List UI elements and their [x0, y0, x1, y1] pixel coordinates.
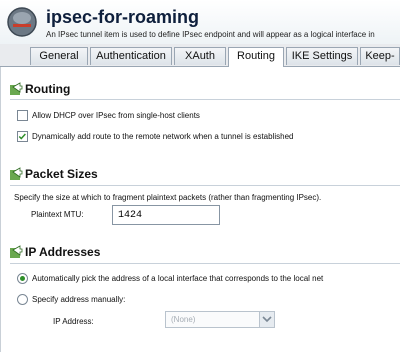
tab-ike-settings[interactable]: IKE Settings — [286, 47, 358, 65]
page-subtitle: An IPsec tunnel item is used to define I… — [46, 30, 375, 39]
auto-pick-label: Automatically pick the address of a loca… — [32, 274, 324, 283]
tab-authentication[interactable]: Authentication — [90, 47, 172, 65]
arrow-right-icon — [10, 82, 23, 95]
ip-address-select-value: (None) — [171, 315, 196, 324]
ip-addresses-divider — [10, 263, 400, 264]
tab-bar: General Authentication XAuth Routing IKE… — [0, 44, 400, 67]
arrow-right-icon — [10, 167, 23, 180]
plaintext-mtu-input[interactable] — [112, 205, 220, 225]
dynamic-route-label: Dynamically add route to the remote netw… — [32, 132, 294, 141]
routing-divider — [10, 99, 400, 100]
dynamic-route-checkbox[interactable] — [17, 131, 28, 142]
ipsec-tunnel-logo-icon — [7, 7, 37, 37]
ip-address-select[interactable]: (None) — [165, 311, 275, 328]
tab-xauth[interactable]: XAuth — [174, 47, 226, 65]
auto-pick-radio[interactable] — [17, 273, 28, 284]
manual-address-label: Specify address manually: — [32, 295, 126, 304]
tab-general[interactable]: General — [30, 47, 88, 65]
routing-panel: Routing Allow DHCP over IPsec from singl… — [0, 67, 400, 352]
packet-sizes-description: Specify the size at which to fragment pl… — [14, 193, 322, 202]
manual-address-radio[interactable] — [17, 294, 28, 305]
chevron-down-icon — [259, 312, 274, 327]
ip-addresses-heading: IP Addresses — [25, 245, 101, 259]
packet-sizes-heading: Packet Sizes — [25, 167, 98, 181]
routing-heading: Routing — [25, 82, 71, 96]
allow-dhcp-label: Allow DHCP over IPsec from single-host c… — [32, 111, 200, 120]
ip-address-label: IP Address: — [53, 317, 94, 326]
plaintext-mtu-label: Plaintext MTU: — [31, 210, 84, 219]
packet-sizes-divider — [10, 185, 400, 186]
allow-dhcp-checkbox[interactable] — [17, 110, 28, 121]
tab-keepalive[interactable]: Keep- — [360, 47, 400, 65]
page-title: ipsec-for-roaming — [46, 7, 200, 27]
tab-routing[interactable]: Routing — [228, 47, 284, 67]
arrow-right-icon — [10, 245, 23, 258]
checkmark-icon — [18, 133, 26, 140]
page-header: ipsec-for-roaming An IPsec tunnel item i… — [0, 0, 400, 44]
